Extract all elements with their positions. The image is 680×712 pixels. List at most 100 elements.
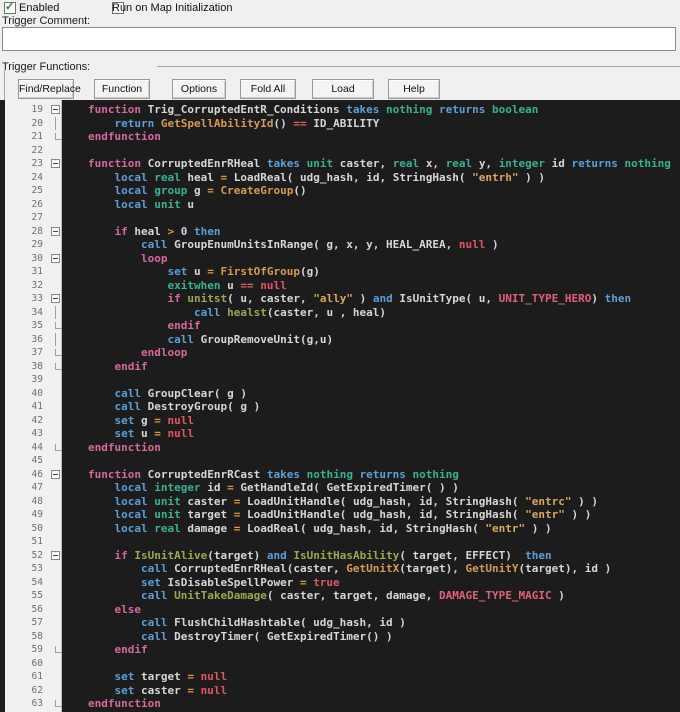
code-line[interactable]: local integer id = GetHandleId( GetExpir… [88, 481, 459, 495]
code-line[interactable]: function CorruptedEnrRCast takes nothing… [88, 468, 459, 482]
code-line[interactable]: local unit u [88, 197, 195, 212]
code-line[interactable]: endloop [88, 346, 187, 360]
code-line[interactable]: call GroupEnumUnitsInRange( g, x, y, HEA… [88, 238, 499, 252]
code-line[interactable]: endif [88, 643, 148, 657]
toolbar-button-help[interactable]: Help [388, 79, 440, 99]
enabled-checkbox[interactable]: ✓ [4, 1, 16, 14]
code-line[interactable]: endfunction [88, 130, 161, 144]
fold-collapse-icon[interactable] [51, 253, 60, 263]
code-line[interactable]: call healst(caster, u , heal) [88, 306, 386, 320]
line-number: 49 [31, 509, 43, 520]
toolbar-button-load-template[interactable]: Load Template [312, 79, 374, 113]
code-token-type: integer [154, 481, 208, 494]
line-number: 20 [31, 117, 43, 129]
fold-collapse-icon[interactable] [51, 159, 60, 168]
line-number: 27 [31, 212, 43, 223]
code-line[interactable]: if heal > 0 then [88, 225, 221, 239]
code-line[interactable]: set target = null [88, 670, 228, 684]
fold-collapse-icon[interactable] [51, 469, 60, 479]
line-number: 30 [31, 252, 43, 264]
code-token-type: nothing [386, 103, 440, 116]
toolbar-button-fold-all[interactable]: Fold All [240, 79, 296, 99]
code-editor[interactable]: 19 20 21 22 23 24 25 26 27 28 29 30 31 32 33 34 35 36 37 38… [0, 100, 680, 712]
trigger-comment-input[interactable] [2, 27, 676, 51]
code-token-id: (caster, u , heal) [266, 305, 387, 319]
code-line[interactable]: if IsUnitAlive(target) and IsUnitHasAbil… [88, 549, 552, 563]
code-token-kw2: and [372, 292, 400, 305]
code-token-id: id [207, 481, 228, 494]
code-line[interactable]: call GroupClear( g ) [88, 387, 247, 401]
code-line[interactable]: exitwhen u == null [88, 278, 286, 293]
code-token-kw2: takes [266, 157, 307, 170]
code-line[interactable]: set IsDisableSpellPower = true [88, 576, 340, 590]
code-token-id: heal [187, 170, 221, 184]
code-token-id: g [194, 184, 208, 197]
code-line[interactable]: endfunction [88, 441, 161, 455]
toolbar-button-function-list[interactable]: Function List [94, 79, 150, 113]
code-line[interactable]: if unitst( u, caster, "ally" ) and IsUni… [88, 292, 631, 306]
code-token-id: FlushChildHashtable( udg_hash, id ) [174, 616, 406, 629]
code-line[interactable]: call FlushChildHashtable( udg_hash, id ) [88, 616, 406, 630]
code-token-id [88, 360, 115, 373]
code-line[interactable]: set u = FirstOfGroup(g) [88, 265, 319, 279]
code-token-nat: CreateGroup [220, 184, 294, 197]
code-token-id: LoadUnitHandle( udg_hash, id, StringHash… [246, 508, 526, 521]
line-number: 25 [31, 185, 43, 196]
code-line[interactable]: endif [88, 360, 148, 374]
code-line[interactable]: return GetSpellAbilityId() == ID_ABILITY [88, 116, 380, 131]
code-line[interactable]: endif [88, 319, 200, 333]
code-token-type: nothing [624, 157, 671, 170]
code-line[interactable]: local unit target = LoadUnitHandle( udg_… [88, 508, 592, 522]
code-area[interactable]: function Trig_CorruptedEntR_Conditions t… [62, 100, 680, 712]
line-number: 34 [31, 306, 43, 318]
toolbar-button-find-replace[interactable]: Find/Replace [18, 79, 81, 99]
code-line[interactable]: call UnitTakeDamage( caster, target, dam… [88, 589, 565, 603]
code-line[interactable]: local real heal = LoadReal( udg_hash, id… [88, 170, 546, 185]
code-token-id: LoadReal( udg_hash, id, StringHash( [233, 170, 473, 184]
code-token-type: exitwhen [167, 278, 228, 292]
code-token-id: damage [187, 521, 234, 535]
fold-collapse-icon[interactable] [51, 226, 60, 236]
toolbar-button-options[interactable]: Options [172, 79, 226, 99]
code-token-id: CorruptedEnrRHeal(caster, [174, 562, 347, 575]
code-token-id: target [141, 670, 188, 683]
line-number: 21 [31, 131, 43, 142]
code-line[interactable]: function CorruptedEnrRHeal takes unit ca… [88, 157, 671, 171]
code-token-kw2: call [167, 332, 201, 346]
code-token-op: = [154, 427, 168, 440]
code-line[interactable]: function Trig_CorruptedEntR_Conditions t… [88, 103, 538, 117]
code-line[interactable]: else [88, 603, 142, 617]
code-line[interactable]: call DestroyGroup( g ) [88, 400, 261, 414]
code-token-id: (target) [207, 548, 267, 562]
code-line[interactable]: call DestroyTimer( GetExpiredTimer() ) [88, 630, 393, 644]
code-token-id [88, 576, 141, 589]
line-number: 56 [31, 603, 43, 615]
code-line[interactable]: set caster = null [88, 684, 228, 698]
code-line[interactable]: local unit caster = LoadUnitHandle( udg_… [88, 495, 599, 509]
code-line[interactable]: set g = null [88, 413, 195, 428]
code-token-kw1: if [114, 548, 135, 562]
line-number: 24 [31, 171, 43, 183]
code-token-kw2: local [114, 170, 155, 184]
code-token-kw2: set [167, 265, 194, 278]
fold-collapse-icon[interactable] [51, 105, 60, 114]
code-line[interactable]: local real damage = LoadReal( udg_hash, … [88, 522, 552, 536]
code-line[interactable]: set u = null [88, 427, 195, 441]
code-line[interactable]: local group g = CreateGroup() [88, 184, 307, 198]
code-token-id: GroupEnumUnitsInRange( g, x, y, HEAL_ARE… [174, 238, 459, 251]
code-token-op: = [187, 670, 201, 683]
fold-collapse-icon[interactable] [51, 294, 60, 303]
line-number: 54 [31, 576, 43, 588]
code-token-id [88, 562, 141, 575]
code-token-id [88, 589, 141, 602]
code-token-op: = [154, 413, 168, 427]
code-line[interactable]: loop [88, 252, 168, 266]
fold-collapse-icon[interactable] [51, 550, 60, 560]
line-number: 48 [31, 495, 43, 507]
code-token-kw2: return [114, 116, 161, 130]
code-line[interactable]: endfunction [88, 697, 161, 711]
code-token-kw2: local [114, 197, 155, 211]
code-line[interactable]: call CorruptedEnrRHeal(caster, GetUnitX(… [88, 562, 611, 576]
code-token-id: u [193, 265, 208, 278]
code-line[interactable]: call GroupRemoveUnit(g,u) [88, 333, 333, 347]
